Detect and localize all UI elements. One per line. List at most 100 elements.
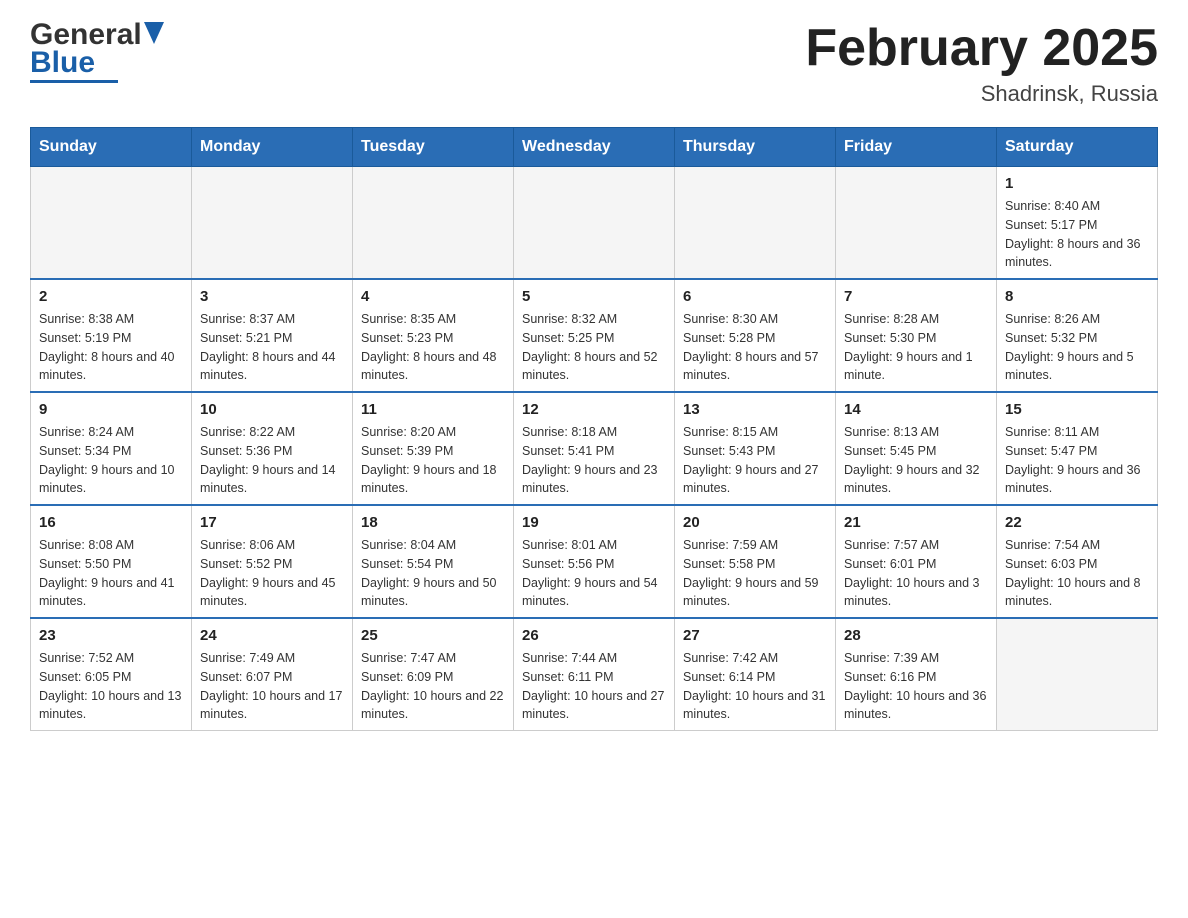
- day-number: 9: [39, 399, 183, 420]
- calendar-table: Sunday Monday Tuesday Wednesday Thursday…: [30, 127, 1158, 731]
- day-info: Sunrise: 8:04 AM Sunset: 5:54 PM Dayligh…: [361, 536, 505, 611]
- day-number: 17: [200, 512, 344, 533]
- day-info: Sunrise: 8:30 AM Sunset: 5:28 PM Dayligh…: [683, 310, 827, 385]
- day-info: Sunrise: 8:08 AM Sunset: 5:50 PM Dayligh…: [39, 536, 183, 611]
- calendar-header-row: Sunday Monday Tuesday Wednesday Thursday…: [31, 128, 1158, 167]
- table-row: 8 Sunrise: 8:26 AM Sunset: 5:32 PM Daylig…: [997, 279, 1158, 392]
- table-row: [997, 618, 1158, 731]
- table-row: 3 Sunrise: 8:37 AM Sunset: 5:21 PM Daylig…: [192, 279, 353, 392]
- col-sunday: Sunday: [31, 128, 192, 167]
- day-number: 13: [683, 399, 827, 420]
- col-wednesday: Wednesday: [514, 128, 675, 167]
- day-number: 24: [200, 625, 344, 646]
- day-info: Sunrise: 8:38 AM Sunset: 5:19 PM Dayligh…: [39, 310, 183, 385]
- table-row: 26 Sunrise: 7:44 AM Sunset: 6:11 PM Dayli…: [514, 618, 675, 731]
- col-thursday: Thursday: [675, 128, 836, 167]
- day-number: 10: [200, 399, 344, 420]
- table-row: 9 Sunrise: 8:24 AM Sunset: 5:34 PM Daylig…: [31, 392, 192, 505]
- logo: General Blue: [30, 20, 164, 83]
- table-row: 4 Sunrise: 8:35 AM Sunset: 5:23 PM Daylig…: [353, 279, 514, 392]
- day-number: 16: [39, 512, 183, 533]
- table-row: 23 Sunrise: 7:52 AM Sunset: 6:05 PM Dayli…: [31, 618, 192, 731]
- day-number: 22: [1005, 512, 1149, 533]
- day-info: Sunrise: 7:57 AM Sunset: 6:01 PM Dayligh…: [844, 536, 988, 611]
- day-info: Sunrise: 8:13 AM Sunset: 5:45 PM Dayligh…: [844, 423, 988, 498]
- table-row: 18 Sunrise: 8:04 AM Sunset: 5:54 PM Dayli…: [353, 505, 514, 618]
- day-info: Sunrise: 8:22 AM Sunset: 5:36 PM Dayligh…: [200, 423, 344, 498]
- day-number: 20: [683, 512, 827, 533]
- day-info: Sunrise: 8:20 AM Sunset: 5:39 PM Dayligh…: [361, 423, 505, 498]
- day-number: 15: [1005, 399, 1149, 420]
- day-info: Sunrise: 7:54 AM Sunset: 6:03 PM Dayligh…: [1005, 536, 1149, 611]
- table-row: 17 Sunrise: 8:06 AM Sunset: 5:52 PM Dayli…: [192, 505, 353, 618]
- day-info: Sunrise: 8:26 AM Sunset: 5:32 PM Dayligh…: [1005, 310, 1149, 385]
- day-number: 1: [1005, 173, 1149, 194]
- day-info: Sunrise: 8:06 AM Sunset: 5:52 PM Dayligh…: [200, 536, 344, 611]
- day-info: Sunrise: 7:49 AM Sunset: 6:07 PM Dayligh…: [200, 649, 344, 724]
- col-friday: Friday: [836, 128, 997, 167]
- table-row: 13 Sunrise: 8:15 AM Sunset: 5:43 PM Dayli…: [675, 392, 836, 505]
- day-number: 3: [200, 286, 344, 307]
- day-number: 19: [522, 512, 666, 533]
- day-info: Sunrise: 8:24 AM Sunset: 5:34 PM Dayligh…: [39, 423, 183, 498]
- day-number: 25: [361, 625, 505, 646]
- table-row: 14 Sunrise: 8:13 AM Sunset: 5:45 PM Dayli…: [836, 392, 997, 505]
- day-number: 27: [683, 625, 827, 646]
- table-row: [514, 167, 675, 280]
- day-info: Sunrise: 8:01 AM Sunset: 5:56 PM Dayligh…: [522, 536, 666, 611]
- day-number: 18: [361, 512, 505, 533]
- day-number: 11: [361, 399, 505, 420]
- day-number: 21: [844, 512, 988, 533]
- day-number: 4: [361, 286, 505, 307]
- day-info: Sunrise: 8:40 AM Sunset: 5:17 PM Dayligh…: [1005, 197, 1149, 272]
- day-info: Sunrise: 8:15 AM Sunset: 5:43 PM Dayligh…: [683, 423, 827, 498]
- table-row: 6 Sunrise: 8:30 AM Sunset: 5:28 PM Daylig…: [675, 279, 836, 392]
- table-row: 28 Sunrise: 7:39 AM Sunset: 6:16 PM Dayli…: [836, 618, 997, 731]
- day-info: Sunrise: 7:52 AM Sunset: 6:05 PM Dayligh…: [39, 649, 183, 724]
- day-number: 6: [683, 286, 827, 307]
- day-number: 14: [844, 399, 988, 420]
- day-info: Sunrise: 7:42 AM Sunset: 6:14 PM Dayligh…: [683, 649, 827, 724]
- page-subtitle: Shadrinsk, Russia: [805, 81, 1158, 107]
- day-info: Sunrise: 8:28 AM Sunset: 5:30 PM Dayligh…: [844, 310, 988, 385]
- table-row: 22 Sunrise: 7:54 AM Sunset: 6:03 PM Dayli…: [997, 505, 1158, 618]
- page-title: February 2025: [805, 20, 1158, 77]
- day-info: Sunrise: 8:32 AM Sunset: 5:25 PM Dayligh…: [522, 310, 666, 385]
- table-row: 24 Sunrise: 7:49 AM Sunset: 6:07 PM Dayli…: [192, 618, 353, 731]
- day-number: 28: [844, 625, 988, 646]
- table-row: 25 Sunrise: 7:47 AM Sunset: 6:09 PM Dayli…: [353, 618, 514, 731]
- col-tuesday: Tuesday: [353, 128, 514, 167]
- table-row: 11 Sunrise: 8:20 AM Sunset: 5:39 PM Dayli…: [353, 392, 514, 505]
- day-info: Sunrise: 7:44 AM Sunset: 6:11 PM Dayligh…: [522, 649, 666, 724]
- table-row: [675, 167, 836, 280]
- day-info: Sunrise: 8:37 AM Sunset: 5:21 PM Dayligh…: [200, 310, 344, 385]
- col-monday: Monday: [192, 128, 353, 167]
- day-number: 7: [844, 286, 988, 307]
- table-row: 20 Sunrise: 7:59 AM Sunset: 5:58 PM Dayli…: [675, 505, 836, 618]
- table-row: 21 Sunrise: 7:57 AM Sunset: 6:01 PM Dayli…: [836, 505, 997, 618]
- table-row: 2Sunrise: 8:38 AM Sunset: 5:19 PM Daylig…: [31, 279, 192, 392]
- table-row: 16 Sunrise: 8:08 AM Sunset: 5:50 PM Dayli…: [31, 505, 192, 618]
- col-saturday: Saturday: [997, 128, 1158, 167]
- table-row: 10 Sunrise: 8:22 AM Sunset: 5:36 PM Dayli…: [192, 392, 353, 505]
- day-info: Sunrise: 7:59 AM Sunset: 5:58 PM Dayligh…: [683, 536, 827, 611]
- day-info: Sunrise: 8:11 AM Sunset: 5:47 PM Dayligh…: [1005, 423, 1149, 498]
- table-row: 27 Sunrise: 7:42 AM Sunset: 6:14 PM Dayli…: [675, 618, 836, 731]
- table-row: 19 Sunrise: 8:01 AM Sunset: 5:56 PM Dayli…: [514, 505, 675, 618]
- table-row: [31, 167, 192, 280]
- day-number: 8: [1005, 286, 1149, 307]
- table-row: 7 Sunrise: 8:28 AM Sunset: 5:30 PM Daylig…: [836, 279, 997, 392]
- day-number: 26: [522, 625, 666, 646]
- day-number: 12: [522, 399, 666, 420]
- day-number: 5: [522, 286, 666, 307]
- logo-blue-text: Blue: [30, 46, 95, 79]
- table-row: 12Sunrise: 8:18 AM Sunset: 5:41 PM Dayli…: [514, 392, 675, 505]
- day-info: Sunrise: 8:35 AM Sunset: 5:23 PM Dayligh…: [361, 310, 505, 385]
- day-info: Sunrise: 7:39 AM Sunset: 6:16 PM Dayligh…: [844, 649, 988, 724]
- day-number: 23: [39, 625, 183, 646]
- day-info: Sunrise: 7:47 AM Sunset: 6:09 PM Dayligh…: [361, 649, 505, 724]
- table-row: [836, 167, 997, 280]
- logo-triangle-icon: [144, 22, 164, 44]
- table-row: 15 Sunrise: 8:11 AM Sunset: 5:47 PM Dayli…: [997, 392, 1158, 505]
- table-row: [353, 167, 514, 280]
